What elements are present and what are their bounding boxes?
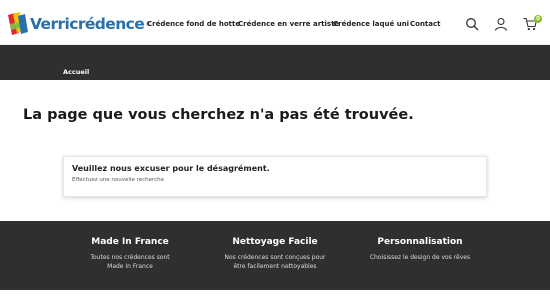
footer-column-text: Nos crédences sont conçues pour être fac… [205,253,345,271]
footer-text-line: Nos crédences sont conçues pour [224,254,326,261]
footer-text-line: Toutes nos crédences sont [90,254,170,261]
nav-item-credence-verre-artiste[interactable]: Crédence en verre artiste [238,20,339,28]
notice-title: Veuillez nous excuser pour le désagrémen… [72,164,270,173]
footer-column-nettoyage-facile: Nettoyage Facile Nos crédences sont conç… [205,237,345,271]
footer-column-personnalisation: Personnalisation Choisissez le design de… [350,237,490,262]
footer-column-title: Made In France [91,237,169,247]
error-notice-box: Veuillez nous excuser pour le désagrémen… [63,156,487,197]
footer-column-title: Personnalisation [377,237,463,247]
user-icon[interactable] [494,17,508,31]
footer-text-line: Made In France [107,263,153,270]
new-search-link[interactable]: Effectuez une nouvelle recherche [72,177,164,183]
nav-item-contact[interactable]: Contact [410,20,441,28]
site-footer: Made In France Toutes nos crédences sont… [0,221,550,290]
footer-column-title: Nettoyage Facile [232,237,318,247]
footer-column-made-in-france: Made In France Toutes nos crédences sont… [60,237,200,271]
search-icon[interactable] [465,17,479,31]
breadcrumb-bar: Accueil [0,45,550,80]
nav-item-credence-laque-uni[interactable]: Crédence laqué uni [333,20,409,28]
nav-item-credence-fond-de-hotte[interactable]: Crédence fond de hotte [147,20,240,28]
footer-text-line: Choisissez le design de vos rêves [369,254,471,261]
cart-count-badge: 0 [534,15,542,23]
footer-text-line: être facilement nettoyables [233,263,317,270]
page-title: La page que vous cherchez n'a pas été tr… [23,107,414,123]
footer-column-text: Choisissez le design de vos rêves [350,253,490,262]
site-header: Verricrédence ® Crédence fond de hotte Cr… [0,0,550,45]
footer-column-text: Toutes nos crédences sont Made In France [60,253,200,271]
breadcrumb-home[interactable]: Accueil [63,68,89,76]
